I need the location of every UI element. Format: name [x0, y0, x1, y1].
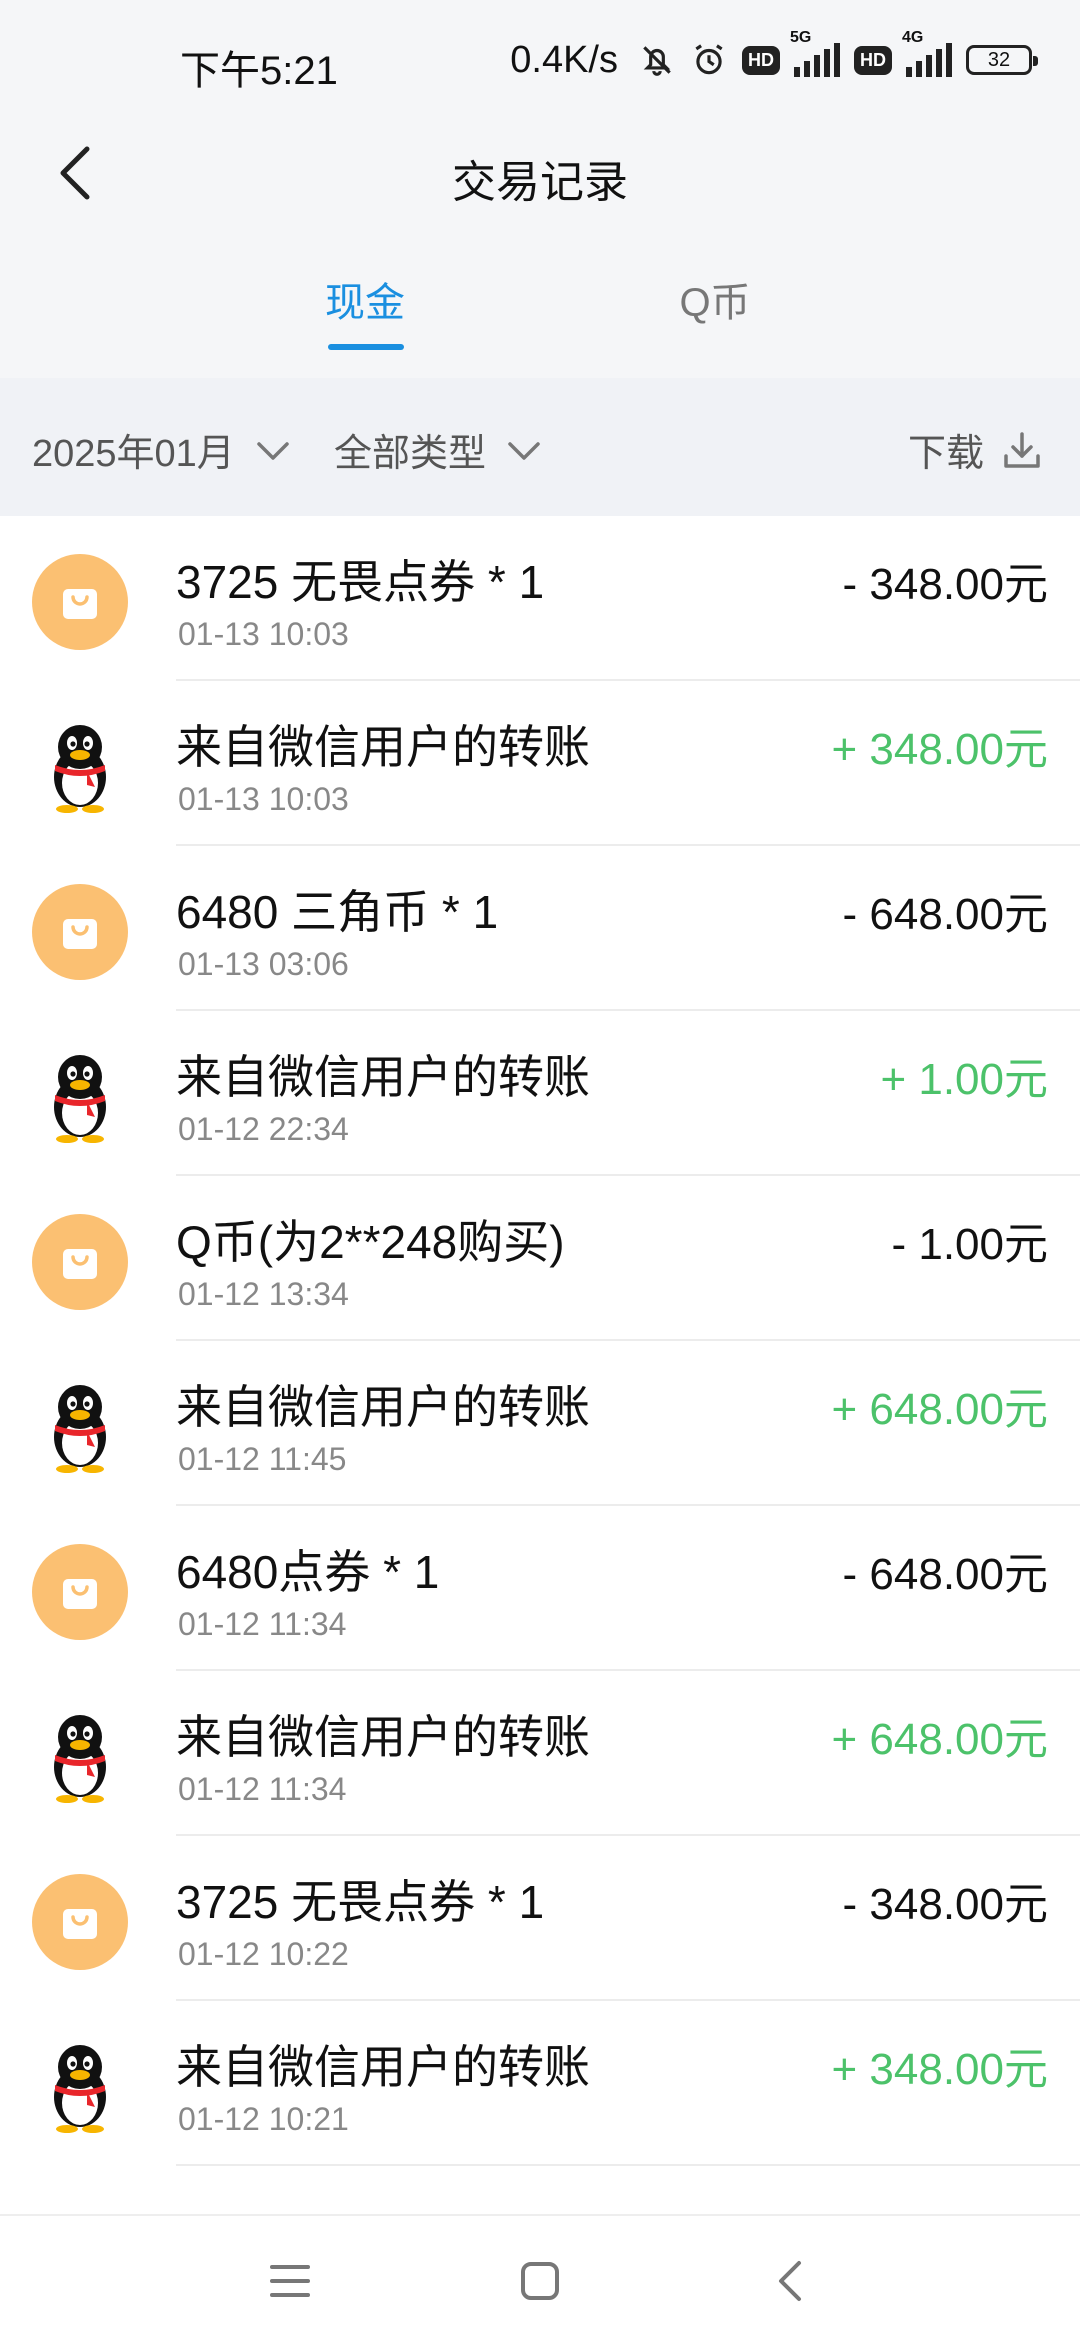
tab-qcoin[interactable]: Q币	[660, 270, 770, 350]
transaction-title: 来自微信用户的转账	[176, 721, 590, 773]
transaction-title: 来自微信用户的转账	[176, 2041, 590, 2093]
transaction-title: Q币(为2**248购买)	[176, 1216, 565, 1268]
transaction-avatar	[32, 1379, 128, 1475]
transaction-avatar	[32, 1214, 128, 1310]
type-filter-label: 全部类型	[334, 433, 487, 475]
transaction-avatar	[32, 554, 128, 650]
chevron-down-icon	[508, 441, 540, 460]
transaction-time: 01-12 11:45	[178, 1441, 347, 1477]
qq-penguin-icon	[54, 725, 106, 813]
hd-badge-2: HD	[854, 45, 892, 75]
transaction-amount: - 348.00元	[842, 560, 1048, 609]
transaction-row[interactable]: 来自微信用户的转账 01-12 11:45 + 648.00元	[0, 1341, 1080, 1506]
transaction-title: 来自微信用户的转账	[176, 1051, 590, 1103]
download-icon	[1004, 431, 1040, 468]
transaction-avatar	[32, 1049, 128, 1145]
status-icons: 0.4K/s HD 5G HD 4G 32	[510, 29, 1038, 86]
transaction-amount: - 1.00元	[891, 1220, 1048, 1269]
back-triangle-icon	[779, 2261, 801, 2301]
qq-penguin-icon	[54, 1715, 106, 1803]
month-filter[interactable]: 2025年01月	[32, 422, 293, 477]
transaction-avatar	[32, 884, 128, 980]
menu-icon	[270, 2265, 310, 2297]
transaction-time: 01-13 03:06	[178, 946, 349, 982]
download-label: 下载	[907, 433, 984, 475]
transaction-row[interactable]: Q币(为2**248购买) 01-12 13:34 - 1.00元	[0, 1176, 1080, 1341]
tab-qcoin-label: Q币	[679, 281, 751, 325]
shopping-bag-icon	[63, 1579, 97, 1609]
system-nav-bar	[0, 2214, 1080, 2340]
alarm-icon	[695, 44, 723, 75]
transaction-time: 01-12 10:21	[178, 2101, 349, 2137]
chevron-down-icon	[257, 441, 289, 460]
tab-cash[interactable]: 现金	[310, 270, 420, 350]
transaction-amount: - 648.00元	[842, 890, 1048, 939]
month-filter-label: 2025年01月	[32, 433, 235, 475]
qq-penguin-icon	[54, 1385, 106, 1473]
hd-badge: HD	[742, 45, 780, 75]
transaction-amount: - 648.00元	[842, 1550, 1048, 1599]
shopping-bag-icon	[63, 1909, 97, 1939]
shopping-bag-icon	[63, 1249, 97, 1279]
signal-5g-icon: 5G	[790, 29, 840, 77]
transaction-row[interactable]: 3725 无畏点券 * 1 01-13 10:03 - 348.00元	[0, 516, 1080, 681]
tab-cash-label: 现金	[325, 281, 405, 325]
transaction-avatar	[32, 719, 128, 815]
transaction-list[interactable]: 3725 无畏点券 * 1 01-13 10:03- 348.00元 来自微信用户的…	[0, 516, 1080, 2214]
system-back-button[interactable]	[750, 2246, 830, 2316]
header: 交易记录	[0, 110, 1080, 240]
qq-penguin-icon	[54, 2045, 106, 2133]
transaction-time: 01-12 11:34	[178, 1606, 347, 1642]
transaction-time: 01-12 10:22	[178, 1936, 349, 1972]
download-button[interactable]: 下载	[908, 422, 1042, 477]
home-button[interactable]	[500, 2246, 580, 2316]
transaction-row[interactable]: 来自微信用户的转账 01-12 10:21 + 348.00元	[0, 2001, 1080, 2166]
transaction-row[interactable]: 来自微信用户的转账 01-12 11:34 + 648.00元	[0, 1671, 1080, 1836]
transaction-avatar	[32, 1544, 128, 1640]
transaction-amount: + 1.00元	[880, 1055, 1048, 1104]
transaction-amount: + 648.00元	[831, 1385, 1049, 1434]
transaction-row[interactable]: 来自微信用户的转账 01-12 22:34 + 1.00元	[0, 1011, 1080, 1176]
transaction-title: 3725 无畏点券 * 1	[176, 1876, 545, 1928]
row-divider	[176, 2164, 1080, 2166]
transaction-time: 01-12 13:34	[178, 1276, 349, 1312]
status-bar: 下午5:21 0.4K/s HD 5G HD 4G 32	[0, 0, 1080, 110]
transaction-row[interactable]: 3725 无畏点券 * 1 01-12 10:22 - 348.00元	[0, 1836, 1080, 2001]
bell-muted-icon	[643, 46, 671, 76]
transaction-amount: + 348.00元	[831, 725, 1049, 774]
filter-bar: 2025年01月 全部类型 下载	[0, 378, 1080, 516]
transaction-time: 01-13 10:03	[178, 781, 349, 817]
page-title: 交易记录	[452, 158, 628, 207]
transaction-title: 3725 无畏点券 * 1	[176, 556, 545, 608]
transaction-title: 6480 三角币 * 1	[176, 886, 499, 938]
battery-icon: 32	[966, 45, 1038, 75]
transaction-title: 6480点券 * 1	[176, 1546, 440, 1598]
transaction-avatar	[32, 1709, 128, 1805]
active-tab-indicator	[328, 344, 404, 350]
transaction-row[interactable]: 6480 三角币 * 1 01-13 03:06 - 648.00元	[0, 846, 1080, 1011]
net-speed: 0.4K/s	[510, 38, 618, 81]
transaction-title: 来自微信用户的转账	[176, 1381, 590, 1433]
home-square-icon	[521, 2262, 559, 2300]
shopping-bag-icon	[63, 919, 97, 949]
transaction-amount: + 648.00元	[831, 1715, 1049, 1764]
status-time: 下午5:21	[180, 49, 338, 93]
qq-penguin-icon	[54, 1055, 106, 1143]
type-filter[interactable]: 全部类型	[334, 422, 544, 477]
transaction-amount: + 348.00元	[831, 2045, 1049, 2094]
transaction-amount: - 348.00元	[842, 1880, 1048, 1929]
transaction-title: 来自微信用户的转账	[176, 1711, 590, 1763]
recent-apps-button[interactable]	[250, 2246, 330, 2316]
transaction-row[interactable]: 来自微信用户的转账 01-13 10:03 + 348.00元	[0, 681, 1080, 846]
transaction-avatar	[32, 2039, 128, 2135]
signal-4g-icon: 4G	[902, 29, 952, 77]
tab-bar: 现金 Q币	[0, 240, 1080, 378]
transaction-avatar	[32, 1874, 128, 1970]
shopping-bag-icon	[63, 589, 97, 619]
transaction-row[interactable]: 6480点券 * 1 01-12 11:34 - 648.00元	[0, 1506, 1080, 1671]
transaction-time: 01-13 10:03	[178, 616, 349, 652]
transaction-time: 01-12 22:34	[178, 1111, 349, 1147]
transaction-time: 01-12 11:34	[178, 1771, 347, 1807]
